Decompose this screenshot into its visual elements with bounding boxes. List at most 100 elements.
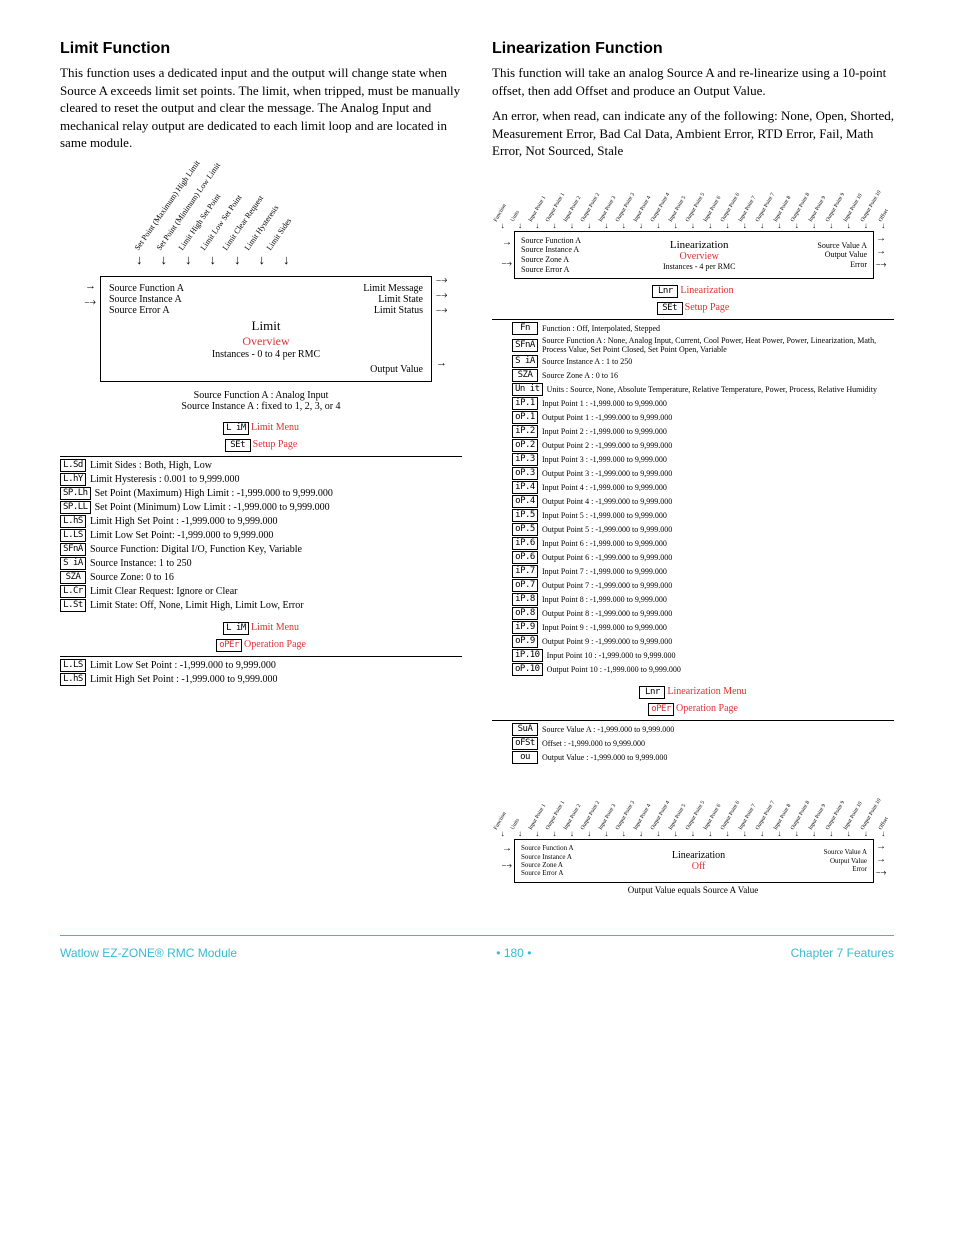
box-text: Source Instance A xyxy=(521,853,574,861)
box-text: Error xyxy=(824,865,867,873)
param-row: iP.10Input Point 10 : -1,999.000 to 9,99… xyxy=(512,649,894,662)
right-arrow-dashed-icon: ⤍ xyxy=(60,296,96,309)
down-arrow-icon: ↓ xyxy=(840,223,857,229)
down-arrow-icon: ↓ xyxy=(563,223,580,229)
down-arrow-icon: ↓ xyxy=(857,831,874,837)
box-text: Source Function A xyxy=(109,283,184,294)
param-row: oP.1Output Point 1 : -1,999.000 to 9,999… xyxy=(512,411,894,424)
seg-code: SFnA xyxy=(512,339,538,352)
param-row: L.St Limit State: Off, None, Limit High, … xyxy=(60,599,462,612)
angled-label: Units xyxy=(510,209,521,222)
right-column: Linearization Function This function wil… xyxy=(492,40,894,895)
menu-title: Limit Menu xyxy=(251,622,299,633)
lin-caption: Output Value equals Source A Value xyxy=(492,885,894,895)
lin-para2: An error, when read, can indicate any of… xyxy=(492,107,894,160)
down-arrow-icon: ↓ xyxy=(840,831,857,837)
param-label: Set Point (Maximum) High Limit : -1,999.… xyxy=(95,488,333,499)
param-label: Source Function: Digital I/O, Function K… xyxy=(90,544,302,555)
right-arrow-icon: → xyxy=(60,280,96,292)
limit-menu-setup-header: L iMLimit Menu SEtSetup Page xyxy=(60,418,462,452)
box-text: Limit State xyxy=(363,294,423,305)
down-arrow-icon: ↓ xyxy=(875,223,892,229)
seg-code: oP.5 xyxy=(512,523,538,536)
param-label: Offset : -1,999.000 to 9,999.000 xyxy=(542,739,645,748)
right-arrow-icon: → xyxy=(492,843,512,854)
param-row: iP.4Input Point 4 : -1,999.000 to 9,999.… xyxy=(512,481,894,494)
right-arrow-dashed-icon: ⤍ xyxy=(436,304,462,317)
box-overview: Overview xyxy=(109,334,423,349)
param-label: Input Point 1 : -1,999.000 to 9,999.000 xyxy=(542,399,667,408)
seg-code: L.St xyxy=(60,599,86,612)
seg-code: L.hS xyxy=(60,673,86,686)
param-row: FnFunction : Off, Interpolated, Stepped xyxy=(512,322,894,335)
seg-code: S iA xyxy=(512,355,538,368)
param-label: Limit State: Off, None, Limit High, Limi… xyxy=(90,600,304,611)
param-row: oP.5Output Point 5 : -1,999.000 to 9,999… xyxy=(512,523,894,536)
right-arrow-icon: → xyxy=(492,237,512,248)
param-label: Output Point 2 : -1,999.000 to 9,999.000 xyxy=(542,441,672,450)
param-label: Set Point (Minimum) Low Limit : -1,999.0… xyxy=(95,502,330,513)
seg-code: L iM xyxy=(223,622,249,635)
param-row: iP.7Input Point 7 : -1,999.000 to 9,999.… xyxy=(512,565,894,578)
param-row: oP.10Output Point 10 : -1,999.000 to 9,9… xyxy=(512,663,894,676)
seg-code: L.hY xyxy=(60,473,86,486)
seg-code: oPEr xyxy=(648,703,674,716)
box-text: Output Value xyxy=(817,250,867,260)
down-arrow-icon: ↓ xyxy=(580,831,597,837)
param-row: L.hSLimit High Set Point : -1,999.000 to… xyxy=(60,673,462,686)
right-arrow-dashed-icon: ⤍ xyxy=(876,867,894,878)
limit-paragraph: This function uses a dedicated input and… xyxy=(60,64,462,152)
limit-oper-params: L.LSLimit Low Set Point : -1,999.000 to … xyxy=(60,659,462,686)
down-arrow-icon: ↓ xyxy=(598,223,615,229)
param-row: L.LSLimit Low Set Point: -1,999.000 to 9… xyxy=(60,529,462,542)
param-row: oP.3Output Point 3 : -1,999.000 to 9,999… xyxy=(512,467,894,480)
param-label: Input Point 7 : -1,999.000 to 9,999.000 xyxy=(542,567,667,576)
param-row: iP.6 Input Point 6 : -1,999.000 to 9,999.… xyxy=(512,537,894,550)
down-arrow-icon: ↓ xyxy=(719,831,736,837)
angled-label: Input Point 8 xyxy=(772,195,792,223)
seg-code: SuA xyxy=(512,723,538,736)
param-label: Function : Off, Interpolated, Stepped xyxy=(542,324,660,333)
down-arrow-icon: ↓ xyxy=(511,831,528,837)
param-label: Limit Sides : Both, High, Low xyxy=(90,460,212,471)
limit-menu-oper-header: L iMLimit Menu oPErOperation Page xyxy=(60,618,462,652)
param-label: Output Point 3 : -1,999.000 to 9,999.000 xyxy=(542,469,672,478)
lin-menu-oper-header: LnrLinearization Menu oPErOperation Page xyxy=(492,682,894,716)
box-text: Source Instance A xyxy=(109,294,184,305)
seg-code: SP.Lh xyxy=(60,487,91,500)
param-row: iP.1Input Point 1 : -1,999.000 to 9,999.… xyxy=(512,397,894,410)
down-arrow-icon: ↓ xyxy=(546,223,563,229)
down-arrow-icon: ↓ xyxy=(823,223,840,229)
param-label: Limit High Set Point : -1,999.000 to 9,9… xyxy=(90,516,278,527)
down-arrow-icon: ↓ xyxy=(234,252,241,268)
param-row: SZASource Zone A : 0 to 16 xyxy=(512,369,894,382)
down-arrow-icon: ↓ xyxy=(546,831,563,837)
box-text: Source Error A xyxy=(521,265,581,275)
param-row: SP.Lh Set Point (Maximum) High Limit : -1… xyxy=(60,487,462,500)
param-row: oP.4Output Point 4 : -1,999.000 to 9,999… xyxy=(512,495,894,508)
param-label: Source Zone A : 0 to 16 xyxy=(542,371,618,380)
box-title: Linearization xyxy=(581,239,817,251)
seg-code: oP.2 xyxy=(512,439,538,452)
seg-code: iP.6 xyxy=(512,537,538,550)
param-label: Input Point 9 : -1,999.000 to 9,999.000 xyxy=(542,623,667,632)
seg-code: iP.4 xyxy=(512,481,538,494)
param-label: Input Point 2 : -1,999.000 to 9,999.000 xyxy=(542,427,667,436)
lin-off-box: Source Function A Source Instance A Sour… xyxy=(514,839,874,883)
param-label: Input Point 6 : -1,999.000 to 9,999.000 xyxy=(542,539,667,548)
param-label: Output Point 10 : -1,999.000 to 9,999.00… xyxy=(547,665,681,674)
page-footer: Watlow EZ-ZONE® RMC Module • 180 • Chapt… xyxy=(60,935,894,960)
param-row: oP.8Output Point 8 : -1,999.000 to 9,999… xyxy=(512,607,894,620)
param-row: L.hSLimit High Set Point : -1,999.000 to… xyxy=(60,515,462,528)
seg-code: oFSt xyxy=(512,737,538,750)
down-arrow-icon: ↓ xyxy=(719,223,736,229)
footer-left: Watlow EZ-ZONE® RMC Module xyxy=(60,946,237,960)
param-label: Source Zone: 0 to 16 xyxy=(90,572,174,583)
param-label: Input Point 10 : -1,999.000 to 9,999.000 xyxy=(547,651,676,660)
down-arrow-icon: ↓ xyxy=(615,223,632,229)
right-arrow-dashed-icon: ⤍ xyxy=(492,860,512,871)
param-row: iP.5Input Point 5 : -1,999.000 to 9,999.… xyxy=(512,509,894,522)
right-arrow-icon: → xyxy=(436,357,462,369)
box-text: Error xyxy=(817,260,867,270)
angled-label: Offset xyxy=(877,208,889,223)
